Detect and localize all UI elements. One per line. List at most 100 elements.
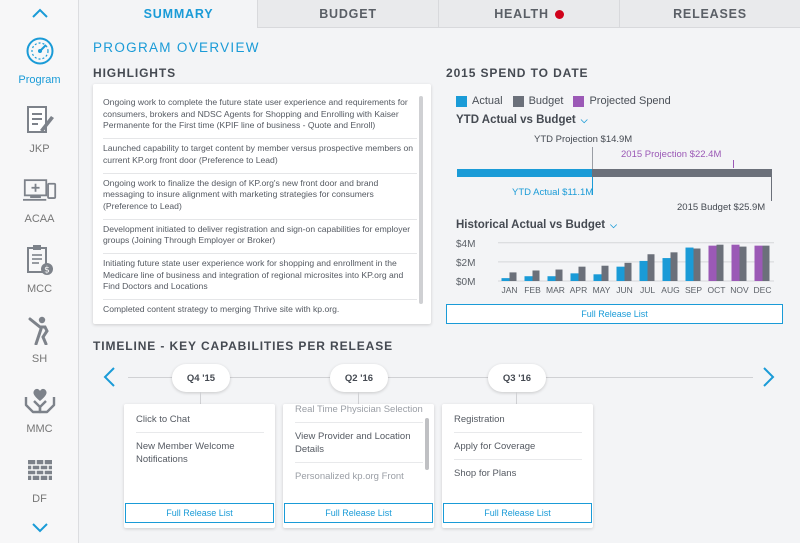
sidebar-item-sh[interactable]: SH	[0, 313, 79, 365]
sidebar-item-jkp[interactable]: JKP	[0, 103, 79, 155]
bar-projected-spend	[754, 245, 763, 281]
ytd-actual-bar	[457, 169, 593, 177]
release-card-q4-15: Click to Chat New Member Welcome Notifica…	[124, 404, 275, 528]
timeline-title: TIMELINE - KEY CAPABILITIES PER RELEASE	[93, 339, 394, 353]
timeline-prev-icon[interactable]	[102, 366, 116, 393]
ytd-dropdown[interactable]: YTD Actual vs Budget ⌵	[456, 114, 588, 126]
sidebar-item-label: JKP	[29, 143, 50, 155]
bar-actual	[547, 276, 556, 281]
tab-label: BUDGET	[319, 7, 377, 21]
x-tick-label: JAN	[501, 285, 517, 295]
bar-budget	[670, 252, 678, 281]
release-item: Click to Chat	[136, 406, 264, 433]
bar-budget	[532, 270, 540, 281]
bar-budget	[739, 246, 747, 281]
y-tick-label: $2M	[456, 258, 475, 269]
bar-budget	[716, 244, 724, 281]
x-tick-label: DEC	[754, 285, 772, 295]
bar-projected-spend	[731, 244, 740, 281]
release-items: Registration Apply for Coverage Shop for P…	[454, 406, 582, 500]
release-item: New Member Welcome Notifications	[136, 441, 235, 465]
bar-actual	[685, 247, 694, 281]
x-tick-label: APR	[570, 285, 587, 295]
chevron-down-icon: ⌵	[610, 219, 617, 230]
sidebar-item-mmc[interactable]: MMC	[0, 383, 79, 435]
timeline-next-icon[interactable]	[762, 366, 776, 393]
release-node-q3-16[interactable]: Q3 '16	[488, 364, 546, 392]
x-tick-label: JUL	[640, 285, 655, 295]
release-item: Personalized kp.org Front	[295, 471, 404, 482]
document-pen-icon	[23, 103, 57, 137]
bricks-icon	[23, 453, 57, 487]
sidebar-item-df[interactable]: DF	[0, 453, 79, 505]
bar-budget	[555, 269, 563, 281]
health-status-dot	[554, 9, 564, 19]
projection-2015-annotation: 2015 Projection $22.4M	[621, 149, 722, 160]
sidebar-item-label: SH	[31, 353, 48, 365]
sidebar-item-label: MCC	[26, 283, 53, 295]
tab-health[interactable]: HEALTH	[439, 0, 620, 28]
historical-dropdown[interactable]: Historical Actual vs Budget ⌵	[456, 219, 617, 231]
bar-budget	[693, 248, 701, 281]
bar-projected-spend	[708, 245, 717, 281]
svg-text:$: $	[44, 266, 50, 276]
bar-budget	[601, 265, 609, 281]
ytd-projection-annotation: YTD Projection $14.9M	[534, 134, 633, 145]
bar-actual	[524, 276, 533, 281]
tab-label: RELEASES	[673, 7, 747, 21]
bar-actual	[570, 273, 579, 281]
page-title: PROGRAM OVERVIEW	[93, 40, 260, 55]
chevron-down-icon: ⌵	[580, 114, 588, 125]
x-tick-label: SEP	[685, 285, 702, 295]
release-node-q2-16[interactable]: Q2 '16	[330, 364, 388, 392]
legend-item-budget: Budget	[512, 95, 563, 107]
highlight-item: Launched capability to target content by…	[103, 139, 417, 174]
ytd-actual-annotation: YTD Actual $11.1M	[512, 187, 594, 198]
sidebar: Program JKP ACAA $ MCC SH MMC DF	[0, 0, 79, 543]
heart-hands-icon	[23, 383, 57, 417]
devices-icon	[22, 173, 57, 207]
bar-budget	[647, 254, 655, 281]
highlight-item: Development initiated to deliver registr…	[103, 220, 417, 255]
tab-releases[interactable]: RELEASES	[620, 0, 800, 28]
release-node-q4-15[interactable]: Q4 '15	[172, 364, 230, 392]
release-full-list-button[interactable]: Full Release List	[284, 503, 433, 523]
bar-budget	[624, 262, 632, 281]
release-full-list-button[interactable]: Full Release List	[125, 503, 274, 523]
x-tick-label: OCT	[708, 285, 726, 295]
bar-budget	[762, 245, 770, 281]
release-items[interactable]: Real Time Physician Selection View Provid…	[295, 396, 423, 500]
ytd-budget-annotation: 2015 Budget $25.9M	[677, 202, 766, 213]
release-card-q3-16: Registration Apply for Coverage Shop for P…	[442, 404, 593, 528]
highlights-scrollbar[interactable]	[419, 96, 423, 304]
release-items: Click to Chat New Member Welcome Notifica…	[136, 406, 264, 500]
release-scrollbar[interactable]	[425, 418, 429, 470]
tab-summary[interactable]: SUMMARY	[100, 0, 258, 28]
sidebar-item-label: ACAA	[24, 213, 55, 225]
highlight-item: Ongoing work to complete the future stat…	[103, 93, 417, 140]
release-card-q2-16: Real Time Physician Selection View Provid…	[283, 404, 434, 528]
sidebar-item-label: DF	[32, 493, 47, 505]
release-full-list-button[interactable]: Full Release List	[443, 503, 592, 523]
bar-actual	[662, 258, 671, 281]
gauge-icon	[23, 34, 57, 68]
bar-budget	[578, 266, 586, 281]
tab-budget[interactable]: BUDGET	[258, 0, 439, 28]
release-item: Registration	[454, 406, 582, 433]
spend-full-release-list-button[interactable]: Full Release List	[446, 304, 783, 324]
sidebar-item-mcc[interactable]: $ MCC	[0, 243, 79, 295]
historical-chart: $0M $2M $4M JAN FEB MAR APR MAY JUN JUL AUG SEP OCT N…	[456, 239, 774, 295]
sidebar-item-acaa[interactable]: ACAA	[0, 173, 79, 225]
release-item: Apply for Coverage	[454, 433, 582, 460]
highlights-list[interactable]: Ongoing work to complete the future stat…	[93, 84, 417, 322]
stretching-person-icon	[23, 313, 57, 347]
app-root: { "sidebar":{"items":[{"label":"Program"…	[0, 0, 800, 543]
bar-actual	[501, 278, 510, 281]
release-item: Shop for Plans	[454, 468, 517, 479]
sidebar-scroll-up-icon[interactable]	[0, 2, 79, 24]
sidebar-item-program[interactable]: Program	[0, 34, 79, 86]
bar-budget	[509, 272, 517, 281]
x-tick-label: FEB	[524, 285, 541, 295]
sidebar-scroll-down-icon[interactable]	[0, 517, 79, 539]
x-tick-label: NOV	[730, 285, 749, 295]
